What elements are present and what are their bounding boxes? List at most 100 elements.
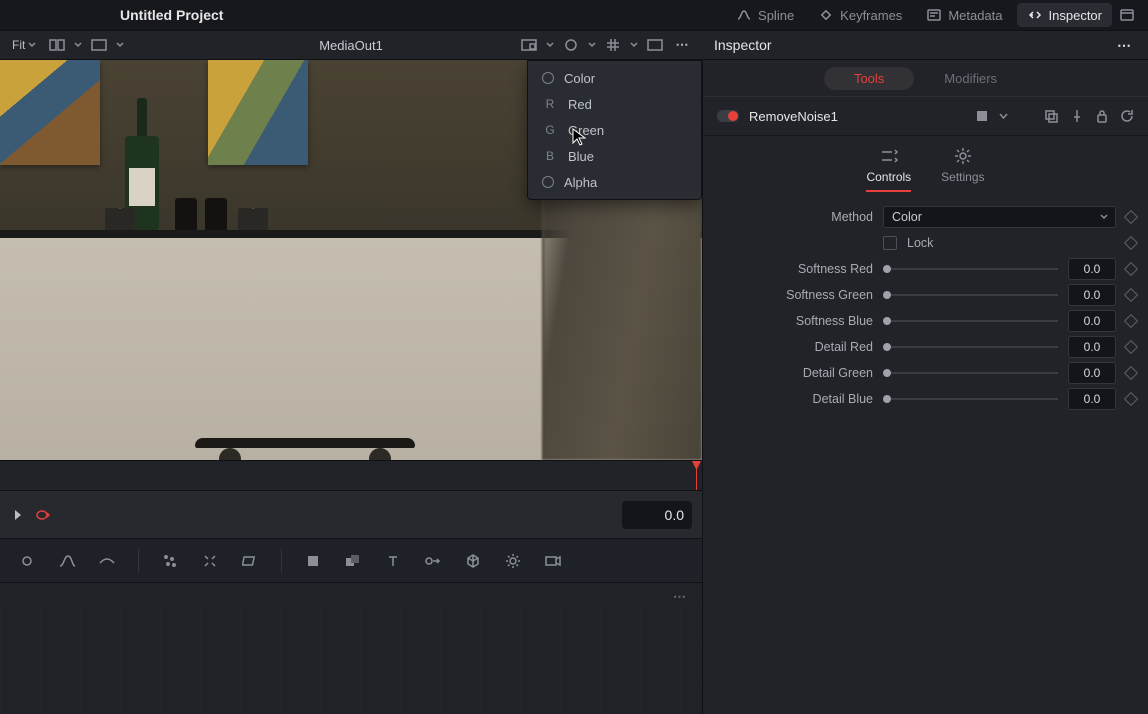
chevron-down-icon [1099,212,1109,222]
tool-tracker[interactable] [199,550,221,572]
color-swatch-icon [542,72,554,84]
param-label: Softness Red [715,262,873,276]
fit-dropdown[interactable]: Fit [8,34,40,56]
tool-text[interactable] [382,550,404,572]
channel-alpha[interactable]: Alpha [528,169,701,195]
split-view-button[interactable] [46,34,68,56]
inspector-label: Inspector [1049,8,1102,23]
param-value[interactable]: 0.0 [1068,284,1116,306]
tool-camera[interactable] [542,550,564,572]
param-label: Softness Blue [715,314,873,328]
metadata-label: Metadata [948,8,1002,23]
chevron-down-icon [588,41,596,49]
lock-icon[interactable] [1096,109,1108,123]
keyframe-diamond[interactable] [1124,340,1138,354]
subview-button[interactable] [518,34,540,56]
chevron-down-icon [116,41,124,49]
time-ruler[interactable]: 2100220023002400250026002700280029003000… [0,460,702,490]
tool-3d[interactable] [462,550,484,572]
play-end-button[interactable] [10,504,32,526]
metadata-icon [926,7,942,23]
keyframes-icon [818,7,834,23]
param-value[interactable]: 0.0 [1068,388,1116,410]
keyframe-diamond[interactable] [1124,262,1138,276]
viewer[interactable]: Color R Red G Green BBlue Alpha [0,60,702,460]
param-slider[interactable] [883,310,1058,332]
more-menu-button[interactable]: ⋯ [672,34,694,56]
param-label: Detail Red [715,340,873,354]
channel-red-key: R [542,97,558,111]
tab-modifiers[interactable]: Modifiers [914,67,1027,90]
param-label: Detail Green [715,366,873,380]
single-view-button[interactable] [88,34,110,56]
param-value[interactable]: 0.0 [1068,362,1116,384]
keyframes-button[interactable]: Keyframes [808,3,912,27]
tab-tools[interactable]: Tools [824,67,914,90]
channel-blue-key: B [542,149,558,163]
param-value[interactable]: 0.0 [1068,336,1116,358]
reset-icon[interactable] [1120,109,1134,123]
channel-button[interactable] [560,34,582,56]
param-slider[interactable] [883,388,1058,410]
keyframe-diamond[interactable] [1124,314,1138,328]
channel-green[interactable]: G Green [528,117,701,143]
version-square-icon[interactable] [977,111,987,121]
channel-red[interactable]: R Red [528,91,701,117]
loop-button[interactable] [32,504,54,526]
channel-blue[interactable]: BBlue [528,143,701,169]
channel-menu: Color R Red G Green BBlue Alpha [527,60,702,200]
chevron-down-icon[interactable] [999,112,1008,121]
param-slider[interactable] [883,336,1058,358]
inspector-button[interactable]: Inspector [1017,3,1112,27]
playhead[interactable] [696,461,697,490]
channel-green-key: G [542,123,558,137]
method-select[interactable]: Color [883,206,1116,228]
channel-alpha-label: Alpha [564,175,597,190]
copy-icon[interactable] [1044,109,1058,123]
subtab-controls-label: Controls [866,170,911,184]
project-title: Untitled Project [120,7,223,23]
keyframe-diamond[interactable] [1124,392,1138,406]
subtab-settings[interactable]: Settings [941,146,984,192]
param-slider[interactable] [883,284,1058,306]
tool-bezier[interactable] [56,550,78,572]
subtab-settings-label: Settings [941,170,984,184]
tool-light[interactable] [502,550,524,572]
tool-background[interactable] [302,550,324,572]
flow-more-button[interactable]: ⋯ [673,589,688,605]
spline-button[interactable]: Spline [726,3,804,27]
keyframe-diamond[interactable] [1124,288,1138,302]
flow-area[interactable]: ⋯ [0,582,702,714]
lock-checkbox[interactable] [883,236,897,250]
subtab-controls[interactable]: Controls [866,146,911,192]
method-label: Method [715,210,873,224]
layout-toggle-button[interactable] [1116,4,1138,26]
grid-button[interactable] [602,34,624,56]
tool-transform[interactable] [422,550,444,572]
keyframe-diamond[interactable] [1124,210,1138,224]
param-value[interactable]: 0.0 [1068,310,1116,332]
metadata-button[interactable]: Metadata [916,3,1012,27]
timecode-display[interactable]: 0.0 [622,501,692,529]
param-slider[interactable] [883,362,1058,384]
tool-particles[interactable] [159,550,181,572]
node-enable-toggle[interactable] [717,110,739,122]
tool-pointer[interactable] [16,550,38,572]
channel-color[interactable]: Color [528,65,701,91]
tool-planar[interactable] [239,550,261,572]
keyframes-label: Keyframes [840,8,902,23]
param-value[interactable]: 0.0 [1068,258,1116,280]
node-name[interactable]: RemoveNoise1 [749,109,838,124]
tool-bspline[interactable] [96,550,118,572]
inspector-more-button[interactable]: ⋯ [1114,34,1136,56]
param-slider[interactable] [883,258,1058,280]
keyframe-diamond[interactable] [1124,366,1138,380]
channel-green-label: Green [568,123,604,138]
tool-merge[interactable] [342,550,364,572]
keyframe-diamond[interactable] [1124,236,1138,250]
spline-label: Spline [758,8,794,23]
roi-button[interactable] [644,34,666,56]
pin-icon[interactable] [1070,109,1084,123]
alpha-swatch-icon [542,176,554,188]
lock-label: Lock [907,236,1116,250]
